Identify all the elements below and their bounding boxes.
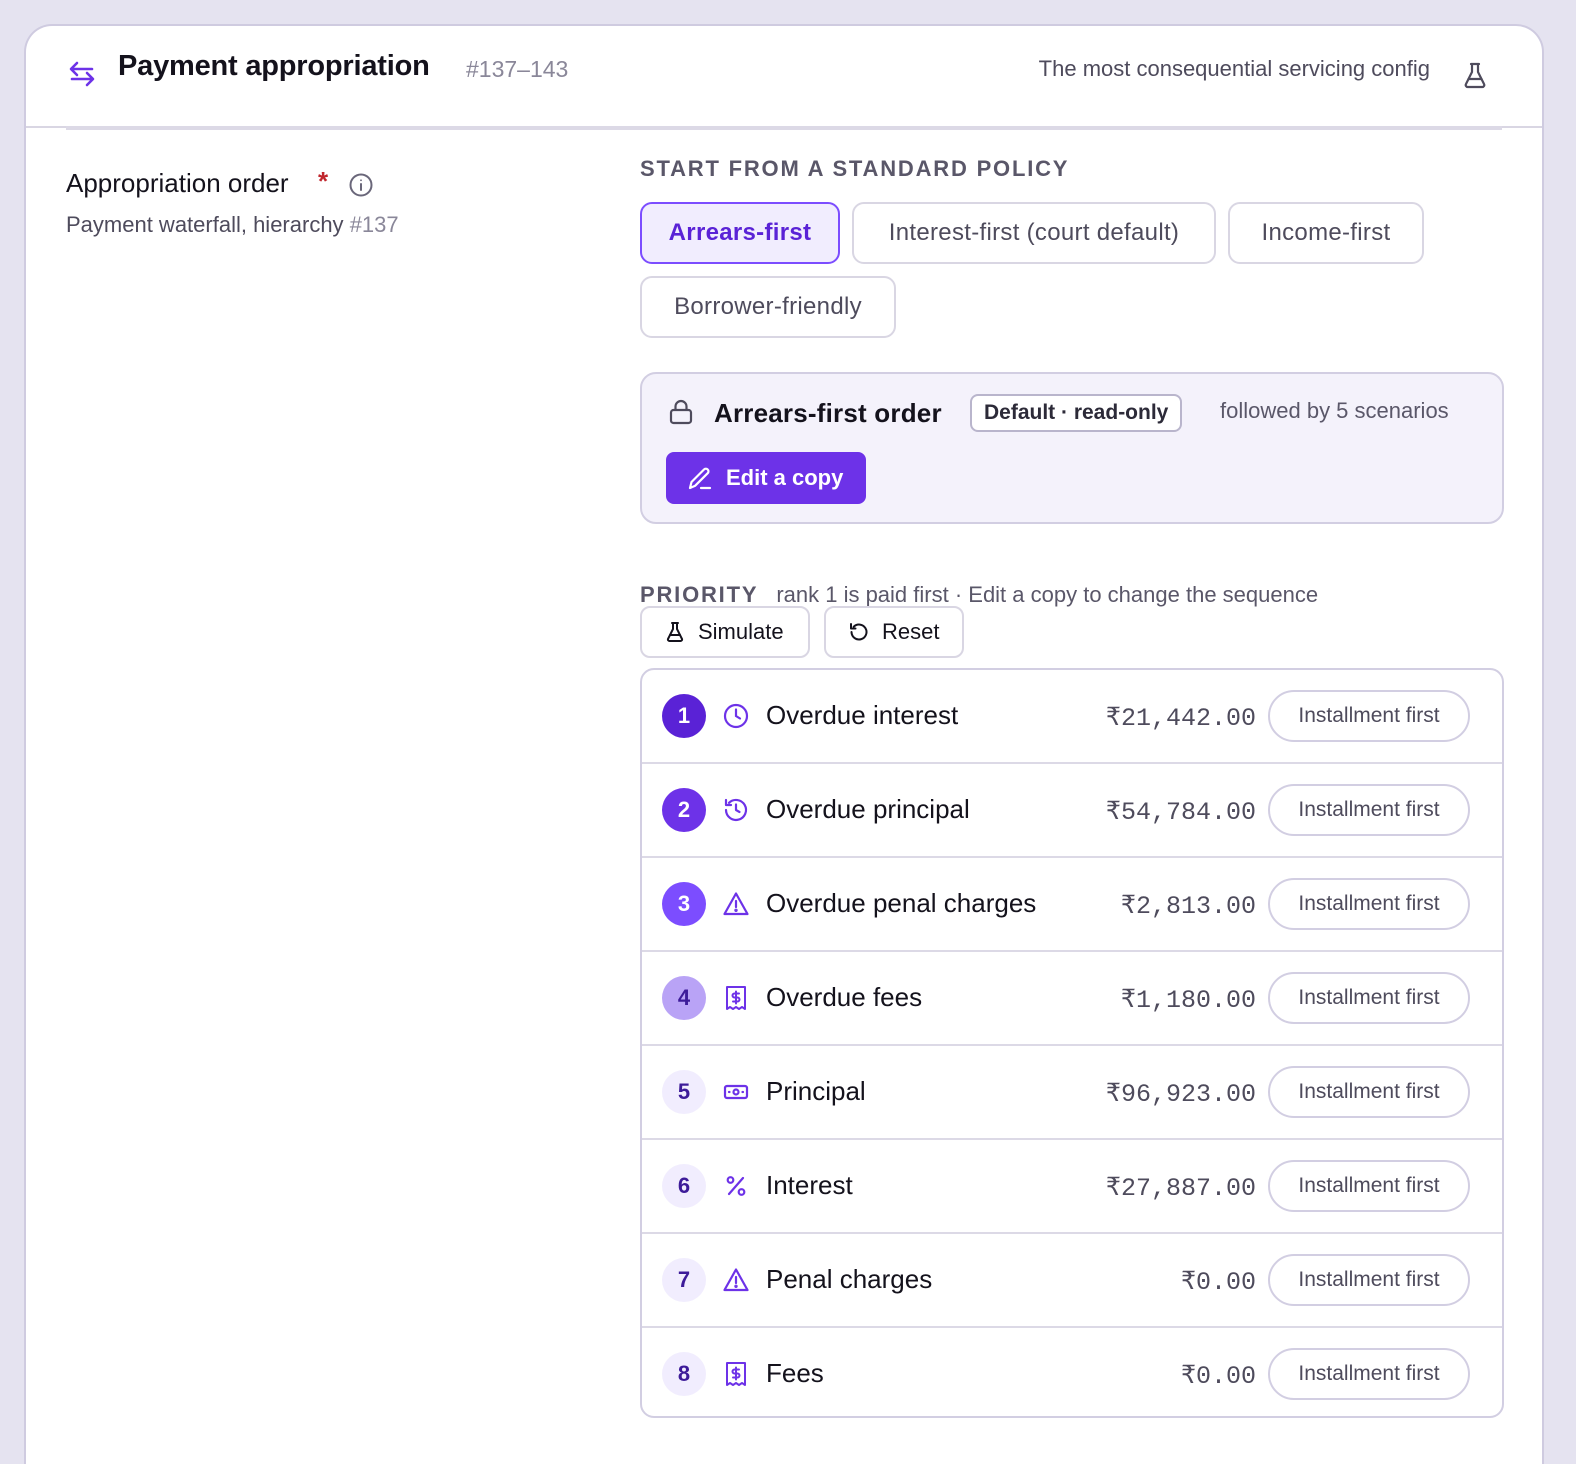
table-row[interactable]: 2 Overdue principal ₹54,784.00 Installme… xyxy=(642,764,1502,858)
table-row[interactable]: 3 Overdue penal charges ₹2,813.00 Instal… xyxy=(642,858,1502,952)
table-row[interactable]: 6 Interest ₹27,887.00 Installment first xyxy=(642,1140,1502,1234)
field-description: Payment waterfall, hierarchy #137 xyxy=(66,212,399,238)
table-row[interactable]: 5 Principal ₹96,923.00 Installment first xyxy=(642,1046,1502,1140)
payment-appropriation-card: Payment appropriation #137–143 The most … xyxy=(24,24,1544,1464)
table-row[interactable]: 8 Fees ₹0.00 Installment first xyxy=(642,1328,1502,1416)
row-amount: ₹96,923.00 xyxy=(1105,1080,1256,1109)
row-label: Principal xyxy=(766,1076,866,1106)
rank-badge: 6 xyxy=(662,1164,706,1208)
card-header: Payment appropriation #137–143 The most … xyxy=(26,26,1542,128)
row-amount: ₹1,180.00 xyxy=(1120,986,1256,1015)
row-label: Overdue penal charges xyxy=(766,888,1037,918)
page-title: Payment appropriation xyxy=(118,50,430,82)
scenario-count: followed by 5 scenarios xyxy=(1220,398,1449,423)
policy-chip-borrower-friendly[interactable]: Borrower-friendly xyxy=(640,276,896,338)
rank-badge: 7 xyxy=(662,1258,706,1302)
edit-copy-label: Edit a copy xyxy=(726,465,844,490)
field-description-text: Payment waterfall, hierarchy xyxy=(66,212,344,237)
header-note: The most consequential servicing config xyxy=(1038,56,1430,81)
receipt-icon xyxy=(722,1360,750,1388)
table-row[interactable]: 7 Penal charges ₹0.00 Installment first xyxy=(642,1234,1502,1328)
warning-icon xyxy=(722,1266,750,1294)
row-amount: ₹2,813.00 xyxy=(1120,892,1256,921)
rank-badge: 3 xyxy=(662,882,706,926)
default-readonly-badge: Default · read-only xyxy=(970,394,1183,432)
required-mark: * xyxy=(318,166,329,196)
history-icon xyxy=(722,796,750,824)
row-label: Interest xyxy=(766,1170,853,1200)
row-label: Penal charges xyxy=(766,1264,933,1294)
reset-label: Reset xyxy=(882,619,940,644)
field-label: Appropriation order xyxy=(66,168,289,198)
flask-icon xyxy=(666,622,684,642)
priority-table: 1 Overdue interest ₹21,442.00 Installmen… xyxy=(640,668,1504,1418)
rank-badge: 5 xyxy=(662,1070,706,1114)
pencil-icon xyxy=(688,467,712,490)
table-row[interactable]: 4 Overdue fees ₹1,180.00 Installment fir… xyxy=(642,952,1502,1046)
row-label: Overdue interest xyxy=(766,700,959,730)
row-label: Overdue principal xyxy=(766,794,970,824)
policy-chip-income-first[interactable]: Income-first xyxy=(1228,202,1424,264)
reset-button[interactable]: Reset xyxy=(824,606,964,658)
row-amount: ₹27,887.00 xyxy=(1105,1174,1256,1203)
clock-icon xyxy=(722,702,750,730)
priority-heading: PRIORITY xyxy=(640,582,759,607)
rank-badge: 2 xyxy=(662,788,706,832)
table-row[interactable]: 1 Overdue interest ₹21,442.00 Installmen… xyxy=(642,670,1502,764)
allocation-mode-pill[interactable]: Installment first xyxy=(1268,1254,1470,1306)
policies-heading: START FROM A STANDARD POLICY xyxy=(640,156,1070,181)
rank-badge: 4 xyxy=(662,976,706,1020)
warning-icon xyxy=(722,890,750,918)
row-label: Overdue fees xyxy=(766,982,923,1012)
policy-chip-arrears-first[interactable]: Arrears-first xyxy=(640,202,840,264)
swap-arrows-icon xyxy=(66,58,98,90)
priority-header: PRIORITY rank 1 is paid first · Edit a co… xyxy=(640,582,1318,608)
simulate-label: Simulate xyxy=(698,619,784,644)
priority-hint: rank 1 is paid first · Edit a copy to ch… xyxy=(776,582,1319,607)
banknote-icon xyxy=(722,1078,750,1106)
row-amount: ₹21,442.00 xyxy=(1105,704,1256,733)
row-amount: ₹0.00 xyxy=(1180,1268,1256,1297)
percent-icon xyxy=(722,1172,750,1200)
receipt-icon xyxy=(722,984,750,1012)
config-range: #137–143 xyxy=(466,56,569,82)
policy-title: Arrears-first order xyxy=(714,398,942,428)
allocation-mode-pill[interactable]: Installment first xyxy=(1268,1160,1470,1212)
selected-policy-panel: Arrears-first order Default · read-only … xyxy=(640,372,1504,524)
allocation-mode-pill[interactable]: Installment first xyxy=(1268,1066,1470,1118)
info-icon[interactable] xyxy=(348,172,374,198)
field-reference: #137 xyxy=(349,212,399,237)
row-amount: ₹54,784.00 xyxy=(1105,798,1256,827)
policy-chip-interest-first[interactable]: Interest-first (court default) xyxy=(852,202,1216,264)
reset-icon xyxy=(850,623,868,641)
row-amount: ₹0.00 xyxy=(1180,1362,1256,1391)
allocation-mode-pill[interactable]: Installment first xyxy=(1268,1348,1470,1400)
row-label: Fees xyxy=(766,1358,824,1388)
rank-badge: 1 xyxy=(662,694,706,738)
flask-icon[interactable] xyxy=(1460,60,1490,90)
header-divider xyxy=(66,126,1502,130)
allocation-mode-pill[interactable]: Installment first xyxy=(1268,878,1470,930)
lock-icon xyxy=(668,398,694,426)
edit-copy-button[interactable]: Edit a copy xyxy=(666,452,866,504)
allocation-mode-pill[interactable]: Installment first xyxy=(1268,690,1470,742)
simulate-button[interactable]: Simulate xyxy=(640,606,810,658)
allocation-mode-pill[interactable]: Installment first xyxy=(1268,784,1470,836)
allocation-mode-pill[interactable]: Installment first xyxy=(1268,972,1470,1024)
rank-badge: 8 xyxy=(662,1352,706,1396)
